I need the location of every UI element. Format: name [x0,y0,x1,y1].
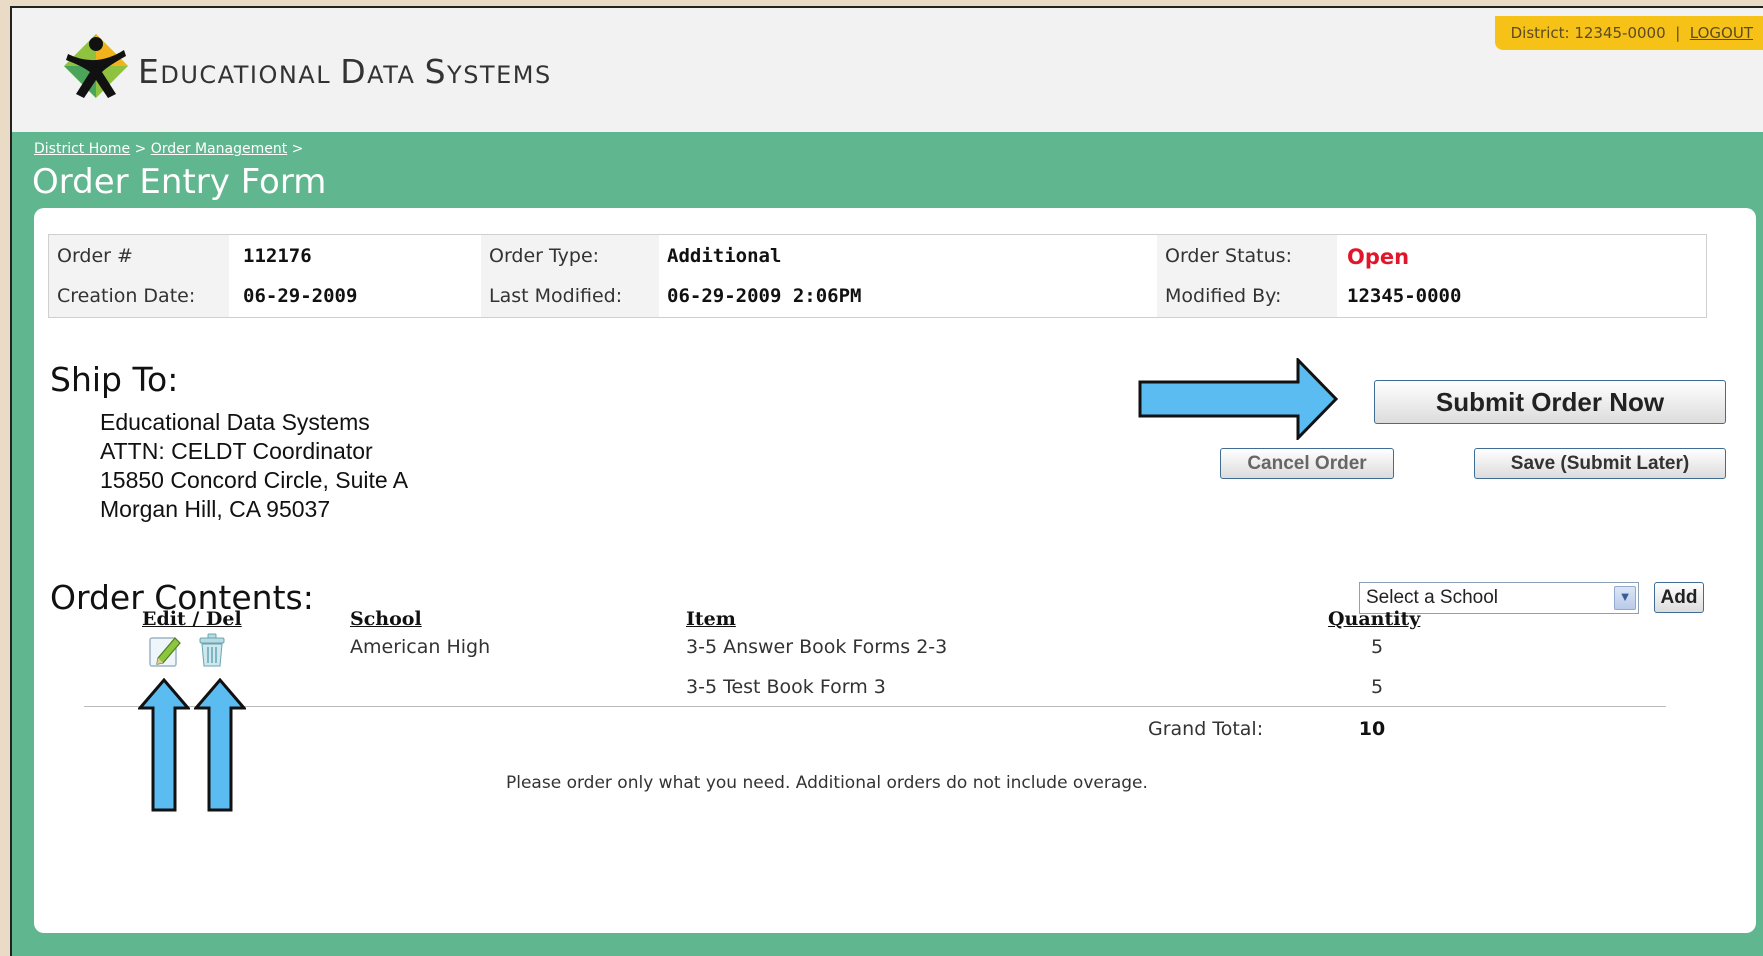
address-line: Morgan Hill, CA 95037 [100,496,331,522]
order-number-value: 112176 [243,245,312,267]
cancel-order-button[interactable]: Cancel Order [1220,448,1394,479]
order-type-label: Order Type: [489,245,600,267]
column-header-quantity: Quantity [1328,608,1421,630]
breadcrumb-order-management[interactable]: Order Management [151,141,287,157]
cell-school: American High [350,636,491,658]
order-status-label: Order Status: [1165,245,1292,267]
address-line: Educational Data Systems [100,409,370,435]
app-window: EDUCATIONAL DATA SYSTEMS District: 12345… [10,6,1763,956]
column-header-edit-del: Edit / Del [142,608,242,630]
cell-item: 3-5 Answer Book Forms 2-3 [686,636,948,658]
ship-to-address: Educational Data Systems ATTN: CELDT Coo… [100,408,408,524]
delete-icon[interactable] [196,632,228,668]
column-header-school: School [350,608,422,630]
address-line: 15850 Concord Circle, Suite A [100,467,409,493]
breadcrumb: District Home > Order Management > [34,141,304,157]
page-title: Order Entry Form [32,162,327,202]
ship-to-heading: Ship To: [50,360,179,399]
order-status-value: Open [1347,245,1410,269]
modified-by-label: Modified By: [1165,285,1282,307]
select-value: Select a School [1366,587,1499,608]
main-panel: Order # 112176 Creation Date: 06-29-2009… [34,208,1756,933]
separator: | [1675,24,1681,42]
brand-name: EDUCATIONAL DATA SYSTEMS [138,52,552,91]
edit-icon[interactable] [148,634,182,668]
district-label: District: 12345-0000 [1510,24,1666,42]
order-note: Please order only what you need. Additio… [506,773,1148,793]
last-modified-label: Last Modified: [489,285,623,307]
order-info-table: Order # 112176 Creation Date: 06-29-2009… [48,234,1707,318]
total-divider [84,706,1666,707]
save-submit-later-button[interactable]: Save (Submit Later) [1474,448,1726,479]
arrow-right-icon [1138,358,1338,440]
order-type-value: Additional [667,245,782,267]
grand-total-value: 10 [1358,718,1386,740]
cell-quantity: 5 [1370,676,1384,698]
column-header-item: Item [686,608,736,630]
cell-quantity: 5 [1370,636,1384,658]
breadcrumb-district-home[interactable]: District Home [34,141,130,157]
cell-item: 3-5 Test Book Form 3 [686,676,886,698]
creation-date-value: 06-29-2009 [243,285,358,307]
grand-total-label: Grand Total: [1148,718,1264,740]
submit-order-button[interactable]: Submit Order Now [1374,380,1726,424]
order-number-label: Order # [57,245,133,267]
modified-by-value: 12345-0000 [1347,285,1462,307]
creation-date-label: Creation Date: [57,285,196,307]
arrow-up-icon [194,678,246,812]
user-info-box: District: 12345-0000 | LOGOUT [1494,16,1763,50]
logout-link[interactable]: LOGOUT [1690,24,1753,42]
logo-icon [64,34,128,98]
site-header: EDUCATIONAL DATA SYSTEMS District: 12345… [12,8,1763,132]
address-line: ATTN: CELDT Coordinator [100,438,373,464]
arrow-up-icon [138,678,190,812]
last-modified-value: 06-29-2009 2:06PM [667,285,862,307]
chevron-down-icon[interactable]: ▼ [1614,586,1636,610]
add-school-button[interactable]: Add [1654,582,1704,613]
